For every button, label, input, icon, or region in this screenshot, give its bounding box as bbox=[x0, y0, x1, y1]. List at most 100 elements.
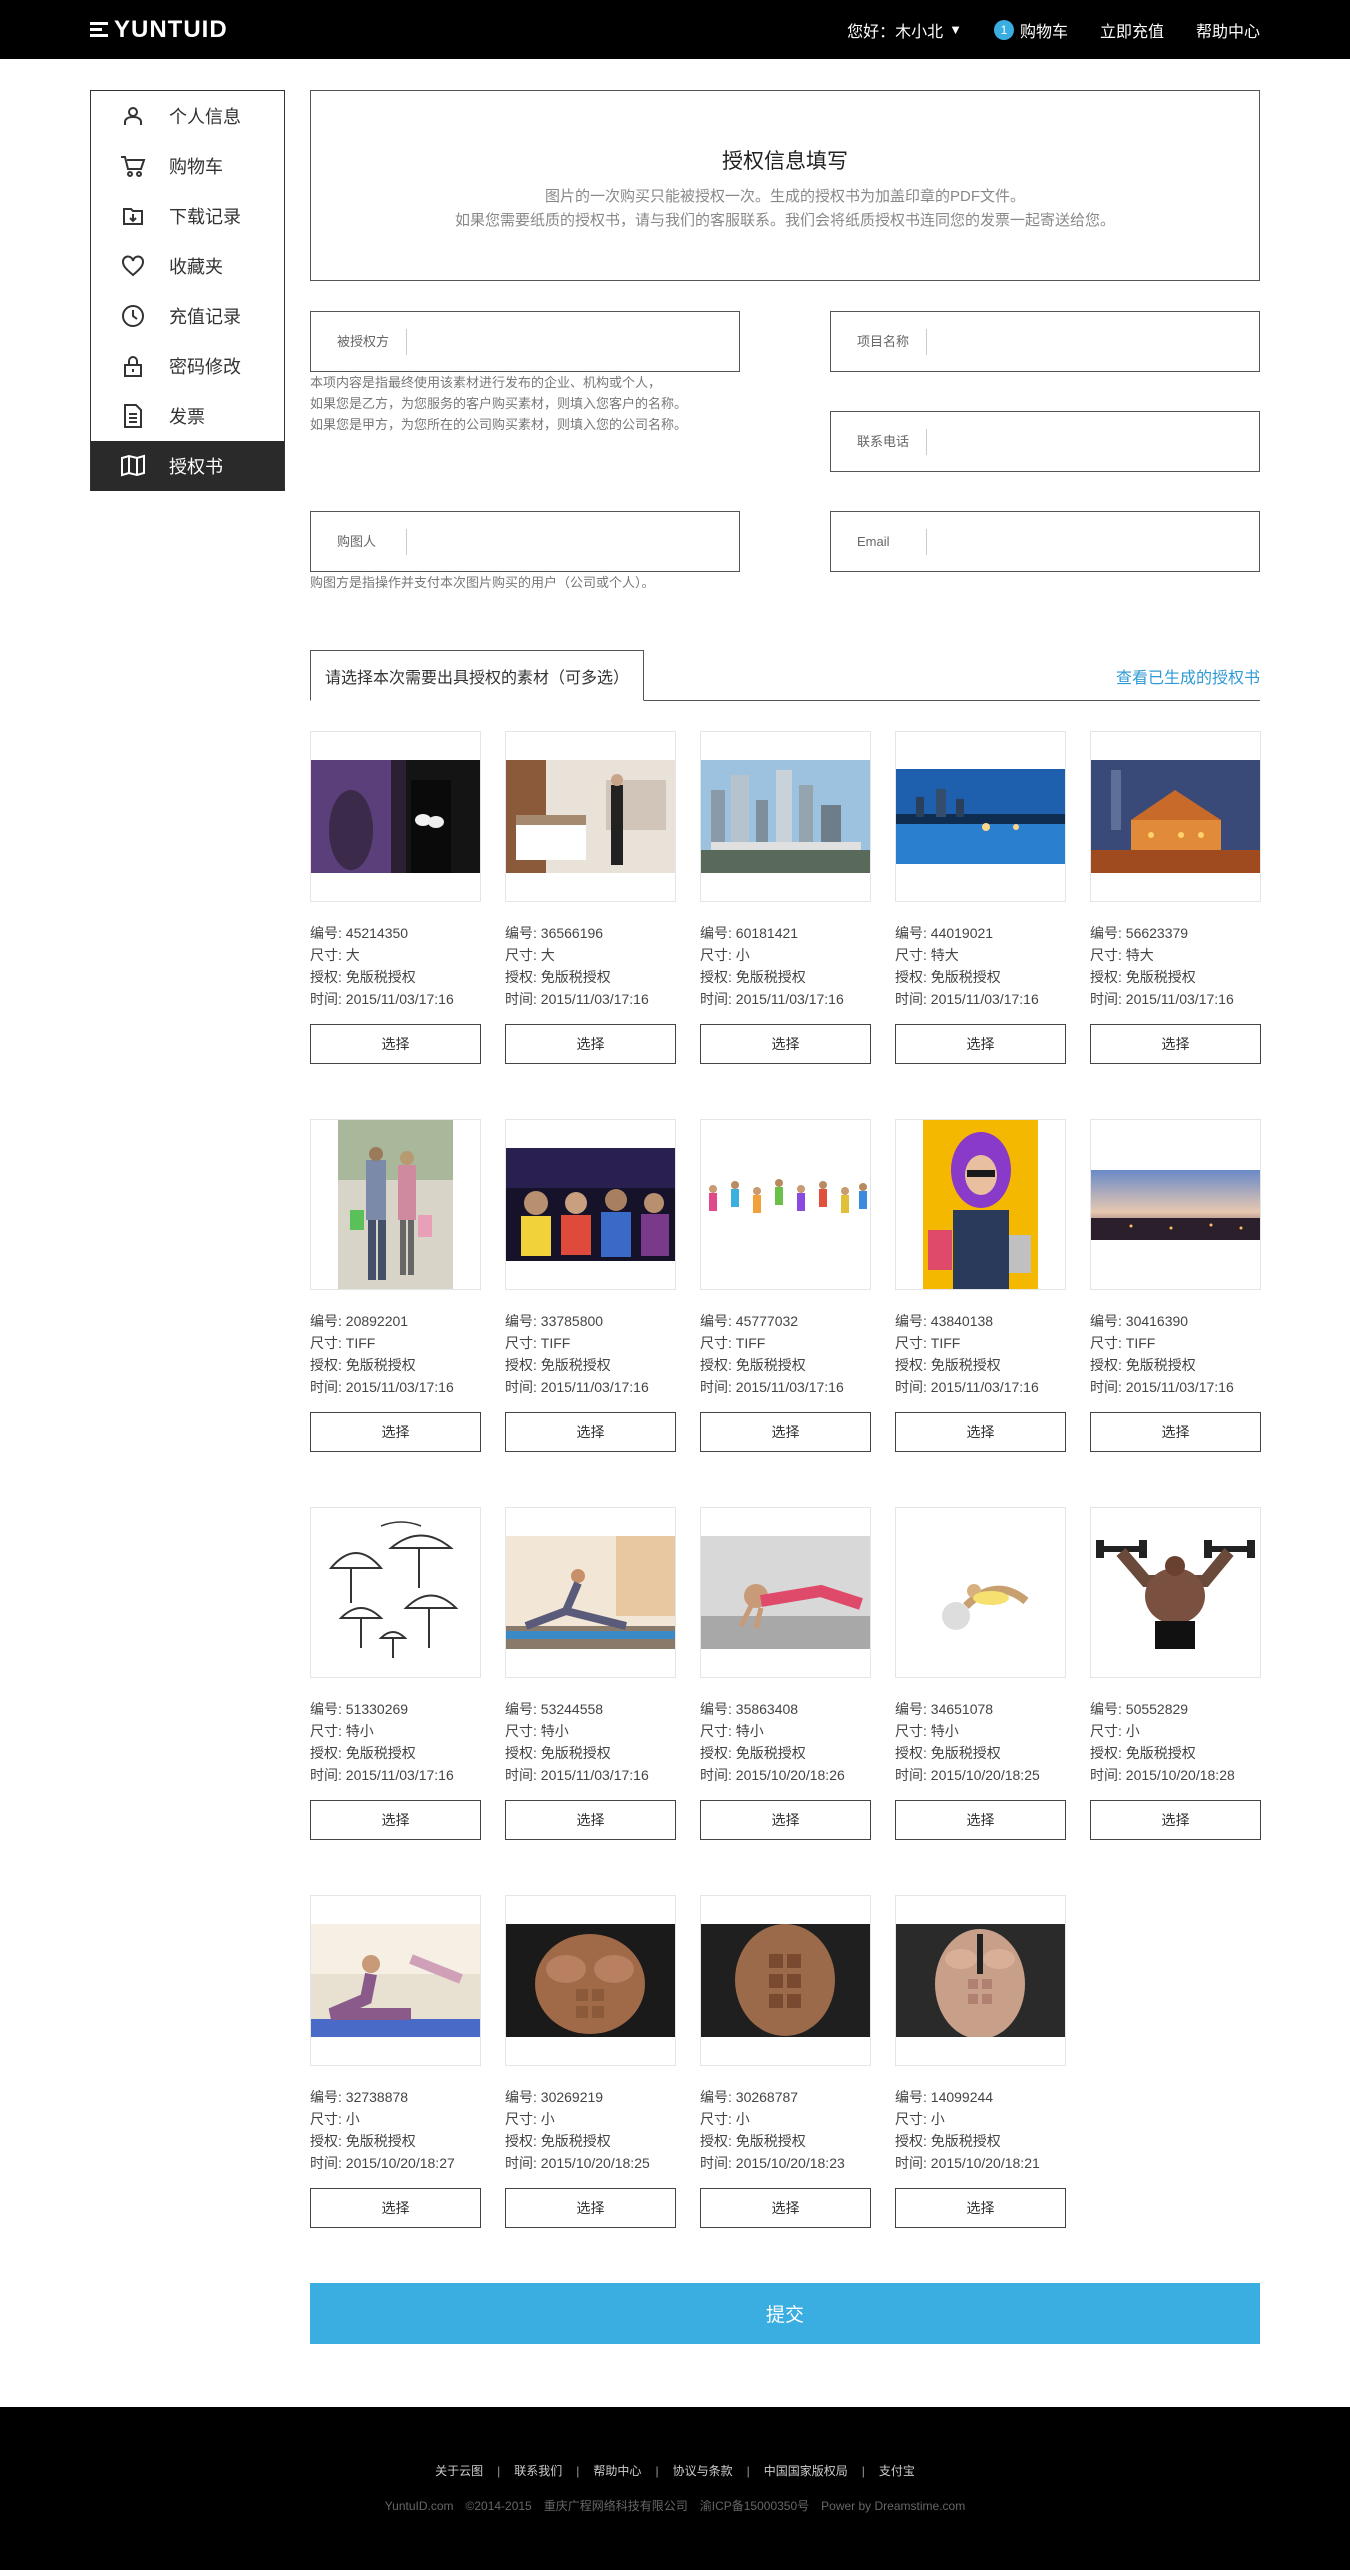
thumbnail-mushrooms-sketch[interactable] bbox=[310, 1507, 481, 1678]
thumbnail-hotel-room[interactable] bbox=[505, 731, 676, 902]
item-time: 时间: 2015/11/03/17:16 bbox=[310, 1767, 454, 1783]
project-name-input[interactable] bbox=[927, 321, 1259, 362]
thumbnail-abs-closeup[interactable] bbox=[700, 1895, 871, 2066]
submit-button[interactable]: 提交 bbox=[310, 2283, 1260, 2344]
sidebar-item-cart[interactable]: 购物车 bbox=[91, 141, 284, 191]
select-button[interactable]: 选择 bbox=[505, 1024, 676, 1064]
select-button[interactable]: 选择 bbox=[310, 2188, 481, 2228]
material-meta: 编号: 35863408 尺寸: 特小 授权: 免版税授权 时间: 2015/10/2… bbox=[700, 1698, 871, 1786]
sidebar-item-recharge-history[interactable]: 充值记录 bbox=[91, 291, 284, 341]
thumbnail-cinema-audience[interactable] bbox=[505, 1119, 676, 1290]
select-button[interactable]: 选择 bbox=[1090, 1024, 1261, 1064]
select-button[interactable]: 选择 bbox=[1090, 1412, 1261, 1452]
help-center-link[interactable]: 帮助中心 bbox=[1196, 18, 1260, 42]
item-size: 尺寸: 小 bbox=[700, 947, 750, 963]
item-id: 编号: 51330269 bbox=[310, 1701, 409, 1717]
thumbnail-temple-lights[interactable] bbox=[1090, 731, 1261, 902]
view-generated-licenses-link[interactable]: 查看已生成的授权书 bbox=[1116, 664, 1260, 688]
buyer-input[interactable] bbox=[407, 521, 739, 562]
sidebar-item-label: 充值记录 bbox=[169, 307, 241, 327]
footer-link[interactable]: 关于云图 bbox=[435, 2464, 483, 2478]
licensee-field: 被授权方 bbox=[310, 311, 740, 372]
select-button[interactable]: 选择 bbox=[505, 2188, 676, 2228]
thumbnail-jumping-people[interactable] bbox=[700, 1119, 871, 1290]
sidebar-item-favorites[interactable]: 收藏夹 bbox=[91, 241, 284, 291]
item-license: 授权: 免版税授权 bbox=[700, 2133, 806, 2149]
item-license: 授权: 免版税授权 bbox=[1090, 969, 1196, 985]
license-info-box: 授权信息填写 图片的一次购买只能被授权一次。生成的授权书为加盖印章的PDF文件。… bbox=[310, 90, 1260, 281]
item-size: 尺寸: 特大 bbox=[895, 947, 959, 963]
cart-link[interactable]: 1 购物车 bbox=[993, 18, 1068, 42]
sidebar-item-label: 密码修改 bbox=[169, 357, 241, 377]
item-license: 授权: 免版税授权 bbox=[895, 1745, 1001, 1761]
item-size: 尺寸: TIFF bbox=[895, 1335, 961, 1351]
item-time: 时间: 2015/10/20/18:27 bbox=[310, 2155, 455, 2171]
thumbnail-gym-torso[interactable] bbox=[895, 1895, 1066, 2066]
select-button[interactable]: 选择 bbox=[310, 1800, 481, 1840]
select-button[interactable]: 选择 bbox=[895, 2188, 1066, 2228]
licensee-input[interactable] bbox=[407, 321, 739, 362]
select-button[interactable]: 选择 bbox=[895, 1024, 1066, 1064]
thumbnail-meditation[interactable] bbox=[310, 1895, 481, 2066]
select-button[interactable]: 选择 bbox=[310, 1412, 481, 1452]
sidebar-item-downloads[interactable]: 下载记录 bbox=[91, 191, 284, 241]
sidebar-item-invoice[interactable]: 发票 bbox=[91, 391, 284, 441]
item-time: 时间: 2015/11/03/17:16 bbox=[895, 1379, 1039, 1395]
thumbnail-yoga-stretch[interactable] bbox=[505, 1507, 676, 1678]
select-button[interactable]: 选择 bbox=[310, 1024, 481, 1064]
select-button[interactable]: 选择 bbox=[700, 1800, 871, 1840]
select-button[interactable]: 选择 bbox=[1090, 1800, 1261, 1840]
thumbnail-harbor-night[interactable] bbox=[895, 731, 1066, 902]
select-button[interactable]: 选择 bbox=[505, 1412, 676, 1452]
item-time: 时间: 2015/11/03/17:16 bbox=[505, 1379, 649, 1395]
tab-select-material[interactable]: 请选择本次需要出具授权的素材（可多选） bbox=[310, 650, 645, 701]
item-license: 授权: 免版税授权 bbox=[310, 2133, 416, 2149]
sidebar-item-profile[interactable]: 个人信息 bbox=[91, 91, 284, 141]
licensee-label: 被授权方 bbox=[311, 328, 407, 355]
footer-link[interactable]: 联系我们 bbox=[514, 2464, 562, 2478]
item-license: 授权: 免版税授权 bbox=[310, 1745, 416, 1761]
sidebar-item-license[interactable]: 授权书 bbox=[91, 441, 284, 491]
thumbnail-fitness-ball[interactable] bbox=[895, 1507, 1066, 1678]
footer-link[interactable]: 协议与条款 bbox=[673, 2464, 733, 2478]
user-greeting-dropdown[interactable]: 您好：木小北 ▼ bbox=[847, 18, 962, 42]
thumbnail-purple-hair-shopper[interactable] bbox=[895, 1119, 1066, 1290]
clock-icon bbox=[119, 302, 147, 330]
item-license: 授权: 免版税授权 bbox=[310, 969, 416, 985]
footer-link[interactable]: 帮助中心 bbox=[593, 2464, 641, 2478]
thumbnail-dumbbell-back[interactable] bbox=[1090, 1507, 1261, 1678]
logo[interactable]: YUNTUID bbox=[90, 16, 228, 44]
select-button[interactable]: 选择 bbox=[895, 1800, 1066, 1840]
item-time: 时间: 2015/11/03/17:16 bbox=[1090, 1379, 1234, 1395]
sidebar-item-password[interactable]: 密码修改 bbox=[91, 341, 284, 391]
item-size: 尺寸: 特小 bbox=[310, 1723, 374, 1739]
item-time: 时间: 2015/11/03/17:16 bbox=[310, 1379, 454, 1395]
select-button[interactable]: 选择 bbox=[700, 1412, 871, 1452]
footer-link[interactable]: 支付宝 bbox=[879, 2464, 915, 2478]
thumbnail-muscle-torso[interactable] bbox=[505, 1895, 676, 2066]
thumbnail-party-waiter[interactable] bbox=[310, 731, 481, 902]
select-button[interactable]: 选择 bbox=[700, 1024, 871, 1064]
material-card: 编号: 30416390 尺寸: TIFF 授权: 免版税授权 时间: 2015/11… bbox=[1090, 1119, 1261, 1452]
material-meta: 编号: 30268787 尺寸: 小授权: 免版税授权 时间: 2015/10/20… bbox=[700, 2086, 871, 2174]
caret-down-icon: ▼ bbox=[949, 22, 962, 37]
select-button[interactable]: 选择 bbox=[895, 1412, 1066, 1452]
email-input[interactable] bbox=[927, 521, 1259, 562]
item-id: 编号: 20892201 bbox=[310, 1313, 409, 1329]
account-sidebar: 个人信息 购物车 下载记录 收藏夹 充值记录 密码修改 发票 授权书 bbox=[90, 90, 285, 491]
licensee-hint-line: 如果您是乙方，为您服务的客户购买素材，则填入您客户的名称。 bbox=[310, 396, 688, 411]
item-id: 编号: 14099244 bbox=[895, 2089, 994, 2105]
select-button[interactable]: 选择 bbox=[700, 2188, 871, 2228]
phone-input[interactable] bbox=[927, 421, 1259, 462]
recharge-link[interactable]: 立即充值 bbox=[1100, 18, 1164, 42]
material-meta: 编号: 20892201 尺寸: TIFF 授权: 免版税授权 时间: 2015/11… bbox=[310, 1310, 481, 1398]
footer-link[interactable]: 中国国家版权局 bbox=[764, 2464, 848, 2478]
select-button[interactable]: 选择 bbox=[505, 1800, 676, 1840]
item-id: 编号: 45214350 bbox=[310, 925, 409, 941]
thumbnail-couple-shopping[interactable] bbox=[310, 1119, 481, 1290]
thumbnail-city-sunset[interactable] bbox=[1090, 1119, 1261, 1290]
thumbnail-city-train[interactable] bbox=[700, 731, 871, 902]
item-license: 授权: 免版税授权 bbox=[895, 2133, 1001, 2149]
thumbnail-pushup-woman[interactable] bbox=[700, 1507, 871, 1678]
page-title: 授权信息填写 bbox=[722, 150, 848, 173]
